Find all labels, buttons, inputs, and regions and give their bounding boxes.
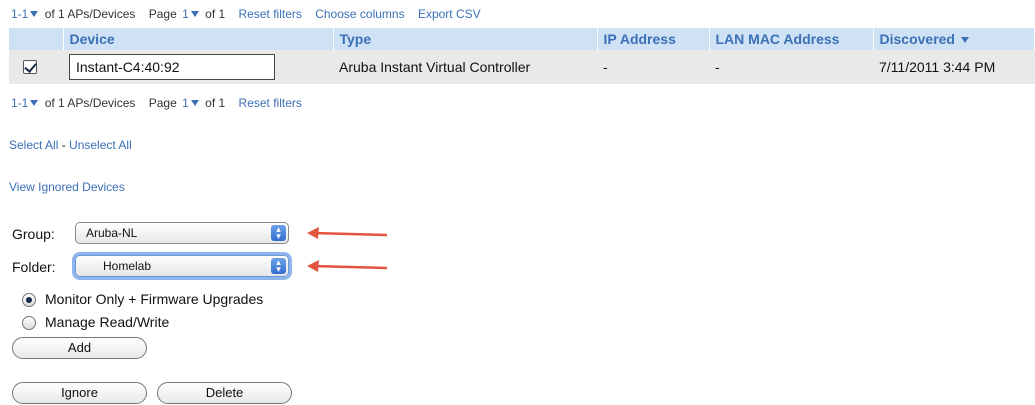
page-selector[interactable]: 1 [182,7,189,21]
type-cell: Aruba Instant Virtual Controller [333,50,597,84]
pager-bottom: 1-1 of 1 APs/Devices Page 1 of 1 Reset f… [9,96,302,110]
device-cell [63,50,333,84]
arrow-icon [307,227,387,239]
reset-filters-link[interactable]: Reset filters [239,96,302,110]
ignore-button[interactable]: Ignore [12,382,147,404]
mac-cell: - [709,50,873,84]
folder-select-value: Homelab [103,259,152,273]
monitor-only-label: Monitor Only + Firmware Upgrades [45,291,264,307]
select-all-link[interactable]: Select All [9,138,58,152]
range-selector[interactable]: 1-1 [11,7,28,21]
discovered-cell: 7/11/2011 3:44 PM [873,50,1035,84]
page-label: Page [148,96,177,110]
chevron-down-icon[interactable] [190,11,199,18]
range-selector[interactable]: 1-1 [11,96,28,110]
updown-icon: ▴ ▾ [271,258,286,274]
devices-table: Device Type IP Address LAN MAC Address D… [9,28,1035,84]
group-select[interactable]: Aruba-NL ▴ ▾ [75,222,289,244]
folder-label: Folder: [12,259,56,275]
page-total: of 1 [205,96,226,110]
manage-read-write-label: Manage Read/Write [45,314,170,330]
updown-icon: ▴ ▾ [271,225,286,241]
chevron-down-icon[interactable] [190,100,199,107]
ip-cell: - [597,50,709,84]
column-header-ip[interactable]: IP Address [597,28,710,50]
page-total: of 1 [205,7,226,21]
group-label: Group: [12,226,55,242]
reset-filters-link[interactable]: Reset filters [239,7,302,21]
column-header-type[interactable]: Type [333,28,598,50]
delete-button[interactable]: Delete [157,382,292,404]
manage-read-write-radio[interactable] [22,316,36,330]
column-header-mac[interactable]: LAN MAC Address [709,28,874,50]
table-row: Aruba Instant Virtual Controller - - 7/1… [9,50,1035,84]
link-separator: - [61,138,66,152]
selection-links: Select All - Unselect All [9,138,132,152]
add-button[interactable]: Add [12,337,147,359]
group-select-value: Aruba-NL [86,226,138,240]
table-header-row: Device Type IP Address LAN MAC Address D… [9,28,1035,50]
arrow-icon [307,260,387,272]
view-ignored-container: View Ignored Devices [9,180,125,194]
view-ignored-devices-link[interactable]: View Ignored Devices [9,180,125,194]
monitor-only-radio[interactable] [22,293,36,307]
pager-top: 1-1 of 1 APs/Devices Page 1 of 1 Reset f… [9,7,481,21]
row-select-cell [9,50,63,84]
page-selector[interactable]: 1 [182,96,189,110]
sort-desc-icon [960,37,969,44]
chevron-down-icon[interactable] [30,11,39,18]
chevron-down-icon[interactable] [30,100,39,107]
export-csv-link[interactable]: Export CSV [418,7,481,21]
column-header-device[interactable]: Device [63,28,334,50]
column-header-discovered-label: Discovered [879,31,955,47]
result-count: of 1 APs/Devices [44,7,136,21]
unselect-all-link[interactable]: Unselect All [69,138,132,152]
device-name-field[interactable] [69,54,275,80]
row-checkbox[interactable] [23,59,37,74]
select-column-header [9,28,64,50]
folder-select[interactable]: Homelab ▴ ▾ [75,255,289,277]
page-label: Page [148,7,177,21]
choose-columns-link[interactable]: Choose columns [315,7,404,21]
column-header-discovered[interactable]: Discovered [873,28,1035,50]
result-count: of 1 APs/Devices [44,96,136,110]
